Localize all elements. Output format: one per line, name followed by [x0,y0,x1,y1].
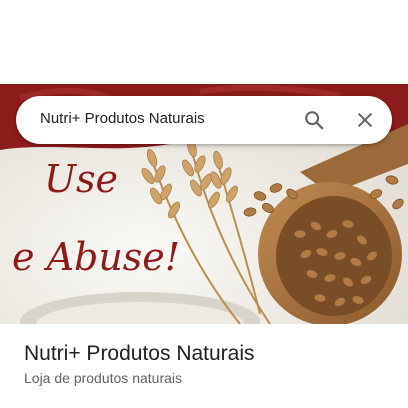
place-category: Loja de produtos naturais [24,370,182,386]
search-bar[interactable]: Nutri+ Produtos Naturais [16,96,392,144]
close-button[interactable] [349,104,381,136]
top-blank-area [0,0,408,84]
close-icon [358,113,372,127]
place-name[interactable]: Nutri+ Produtos Naturais [24,342,255,366]
search-icon [305,111,324,130]
search-query[interactable]: Nutri+ Produtos Naturais [40,110,205,127]
slogan-line2: e Abuse! [12,235,180,279]
slogan-line1: Use [44,157,118,201]
search-button[interactable] [298,104,330,136]
